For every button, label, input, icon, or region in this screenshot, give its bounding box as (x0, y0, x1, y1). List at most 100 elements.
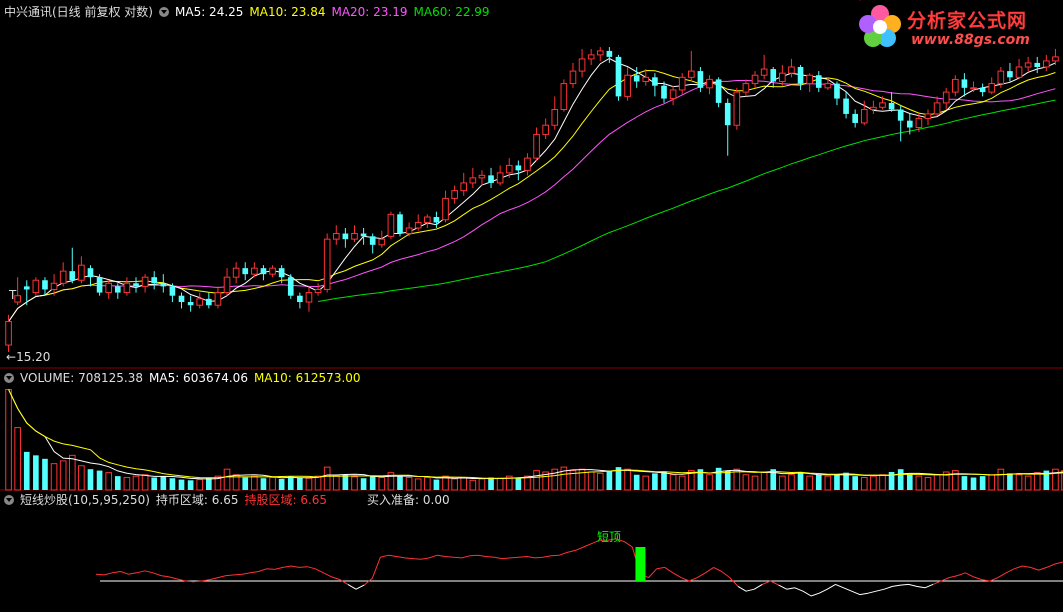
volume-bar (332, 475, 340, 491)
low-price-label: ←15.20 (6, 350, 51, 364)
volume-bar (1033, 472, 1041, 491)
candle-body (433, 217, 440, 223)
candle-body (1007, 71, 1013, 78)
volume-bar (50, 463, 58, 491)
volume-bar (242, 477, 249, 490)
volume-bar (970, 477, 977, 490)
volume-bar (269, 477, 276, 491)
candle-body (979, 87, 986, 93)
candle-body (488, 175, 494, 183)
t-marker: T (9, 288, 17, 302)
volume-bar (997, 468, 1005, 491)
volume-bar (596, 472, 604, 491)
candle-body (287, 277, 294, 296)
volume-bar (105, 472, 113, 491)
volume-bar (96, 470, 103, 490)
candle-body (970, 87, 977, 90)
candle-body (706, 78, 713, 89)
volume-bar (178, 479, 185, 490)
candle-body (133, 283, 139, 287)
indicator-panel-header: 短线炒股(10,5,95,250) 持币区域: 6.65 持股区域: 6.65 买入准… (4, 492, 456, 508)
volume-bar (797, 471, 804, 490)
volume-bar (433, 479, 440, 490)
volume-bar (132, 475, 140, 491)
candle-body (342, 233, 349, 240)
candle-body (742, 83, 750, 93)
candle-body (779, 72, 786, 82)
volume-bar (297, 477, 303, 490)
candle-body (669, 89, 677, 100)
volume-bar (661, 471, 667, 490)
candle-body (596, 50, 604, 56)
candle-body (105, 282, 113, 294)
candle-body (32, 279, 40, 294)
candle-body (23, 286, 30, 290)
stock-title: 中兴通讯(日线 前复权 对数) (4, 5, 153, 19)
candle-body (251, 267, 258, 275)
volume-bar (196, 479, 204, 491)
volume-bar (751, 475, 759, 491)
volume-bar (305, 477, 313, 491)
candle-body (351, 233, 358, 240)
volume-bar (678, 475, 686, 491)
candle-body (852, 113, 858, 123)
volume-bar (314, 475, 322, 491)
candle-body (442, 197, 449, 221)
candle-body (114, 286, 121, 293)
candle-body (223, 276, 231, 294)
volume-bar (724, 470, 731, 490)
dropdown-circle-icon[interactable] (159, 7, 169, 17)
volume-bar (323, 466, 331, 491)
volume-bar (451, 478, 458, 491)
volume-bar (633, 474, 640, 490)
volume-bar (87, 469, 94, 490)
candle-body (305, 292, 313, 303)
ma60-line (318, 99, 1056, 302)
volume-bar (223, 468, 231, 491)
volume-bar (652, 473, 658, 490)
volume-bar (397, 476, 403, 490)
candle-body (997, 70, 1005, 85)
indicator-line-positive (95, 538, 1063, 587)
dropdown-circle-icon[interactable] (4, 373, 14, 383)
volume-bar (123, 477, 131, 491)
volume-bar (1007, 473, 1013, 490)
volume-bar (961, 476, 968, 490)
volume-bar (169, 478, 176, 490)
candle-body (542, 124, 549, 135)
candle-body (888, 102, 895, 110)
volume-bar (42, 458, 48, 490)
candle-body (151, 277, 158, 284)
candle-body (369, 236, 376, 245)
candle-body (414, 221, 422, 229)
candle-body (123, 282, 131, 294)
candle-body (678, 76, 686, 91)
volume-ma10-line (8, 389, 1063, 479)
volume-bar (642, 475, 650, 491)
volume-bar (351, 476, 358, 491)
volume-bar (5, 388, 12, 491)
candle-body (942, 91, 950, 104)
candle-body (187, 302, 194, 306)
dropdown-circle-icon[interactable] (4, 495, 14, 505)
candle-body (551, 108, 559, 126)
volume-bar (151, 477, 158, 490)
volume-bar (488, 477, 494, 490)
candle-body (961, 79, 968, 88)
volume-bar (369, 476, 376, 490)
volume-bar (414, 478, 422, 491)
volume-bar (251, 475, 258, 491)
candle-body (587, 54, 595, 60)
volume-bar (879, 474, 886, 491)
candle-body (624, 74, 631, 97)
candle-body (96, 277, 103, 293)
ma10-value: MA10: 23.84 (249, 5, 326, 19)
volume-bar (478, 478, 486, 491)
volume-bar (405, 477, 413, 491)
candle-body (314, 288, 322, 294)
volume-bar (706, 474, 713, 491)
candle-body (834, 83, 840, 99)
volume-bar (260, 478, 267, 490)
ma5-line (8, 57, 1056, 322)
volume-bar (496, 477, 504, 491)
